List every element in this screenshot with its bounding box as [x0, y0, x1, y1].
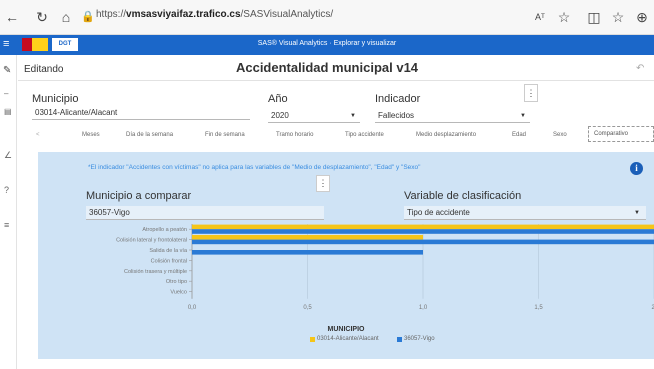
objects-pane-icon[interactable]: ∠	[4, 150, 12, 161]
x-tick-label: 1,0	[419, 305, 428, 311]
classification-select[interactable]: Tipo de accidente ▼	[404, 206, 646, 220]
x-tick-label: 1,5	[534, 305, 543, 311]
left-rail: ✎ – ▤ ∠ ? ≡	[0, 55, 17, 369]
y-category-label: Colisión trasera y múltiple	[124, 269, 187, 275]
lock-icon: 🔒	[81, 11, 95, 23]
outline-pane-icon[interactable]: ≡	[4, 220, 9, 230]
favorite-star-icon[interactable]: ☆	[556, 9, 572, 25]
indicador-label: Indicador	[375, 93, 421, 105]
classification-value: Tipo de accidente	[407, 208, 470, 217]
chevron-down-icon: ▼	[634, 210, 640, 216]
bar-alicante	[192, 224, 654, 230]
legend-swatch-alicante	[310, 337, 315, 342]
browser-toolbar: ← ↻ ⌂ 🔒 https://vmsasviyaifaz.trafico.cs…	[0, 0, 654, 35]
more-options-icon[interactable]: ⋮	[524, 84, 538, 102]
compare-label: Municipio a comparar	[86, 190, 192, 202]
legend-swatch-vigo	[397, 337, 402, 342]
tab-tipo-accidente[interactable]: Tipo accidente	[345, 132, 384, 138]
read-aloud-icon[interactable]: Aᵀ	[532, 9, 548, 25]
tab-sexo[interactable]: Sexo	[553, 132, 567, 138]
header-divider	[18, 80, 654, 81]
chevron-down-icon: ▼	[350, 113, 356, 119]
y-category-label: Salida de la vía	[149, 248, 188, 254]
anio-label: Año	[268, 93, 288, 105]
y-category-label: Colisión frontal	[151, 258, 187, 264]
municipio-label: Municipio	[32, 93, 79, 105]
split-screen-icon[interactable]: ◫	[586, 9, 602, 25]
url-path: /SASVisualAnalytics/	[240, 9, 334, 20]
y-category-label: Vuelco	[170, 290, 187, 296]
legend-label-vigo: 36057-Vigo	[404, 336, 435, 342]
reload-icon[interactable]: ↻	[34, 9, 50, 25]
chart-xlabel: MUNICIPIO	[327, 326, 365, 333]
panel-more-options-icon[interactable]: ⋮	[316, 175, 330, 192]
y-category-label: Atropello a peatón	[142, 227, 187, 233]
info-icon[interactable]: i	[630, 162, 643, 175]
municipio-input[interactable]: 03014-Alicante/Alacant	[32, 106, 250, 120]
indicator-note: *El indicador "Accidentes con víctimas" …	[88, 164, 421, 171]
bar-vigo	[192, 239, 654, 245]
bar-alicante	[192, 235, 423, 240]
y-category-label: Otro tipo	[166, 279, 187, 285]
legend-label-alicante: 03014-Alicante/Alacant	[317, 336, 379, 342]
anio-value: 2020	[271, 111, 289, 120]
anio-select[interactable]: 2020 ▼	[268, 109, 360, 123]
tab-comparativo[interactable]: Comparativo	[588, 126, 654, 142]
tab-fin-semana[interactable]: Fin de semana	[205, 132, 245, 138]
collapse-icon[interactable]: –	[4, 89, 8, 98]
collections-icon[interactable]: ⊕	[634, 9, 650, 25]
back-icon[interactable]: ←	[4, 9, 20, 25]
bar-vigo	[192, 250, 423, 255]
tab-edad[interactable]: Edad	[512, 132, 526, 138]
classification-label: Variable de clasificación	[404, 190, 522, 202]
tab-medio-desplazamiento[interactable]: Medio desplazamiento	[416, 132, 476, 138]
x-tick-label: 0,5	[303, 305, 312, 311]
home-icon[interactable]: ⌂	[58, 9, 74, 25]
x-tick-label: 0,0	[188, 305, 197, 311]
compare-input[interactable]: 36057-Vigo	[86, 206, 324, 220]
data-pane-icon[interactable]: ▤	[4, 107, 12, 116]
favorites-icon[interactable]: ☆	[610, 9, 626, 25]
app-header-title: SAS® Visual Analytics · Explorar y visua…	[257, 40, 397, 47]
comparison-panel: *El indicador "Accidentes con víctimas" …	[38, 152, 654, 359]
help-pane-icon[interactable]: ?	[4, 185, 9, 195]
tab-tramo-horario[interactable]: Tramo horario	[276, 132, 313, 138]
tabs-scroll-left-icon[interactable]: <	[36, 132, 40, 138]
undo-icon[interactable]: ↶	[636, 63, 644, 74]
report-title: Accidentalidad municipal v14	[235, 60, 419, 75]
url-host: vmsasviyaifaz.trafico.cs	[126, 9, 241, 20]
y-category-label: Colisión lateral y frontolateral	[116, 238, 187, 244]
bar-vigo	[192, 229, 654, 234]
chevron-down-icon: ▼	[520, 113, 526, 119]
url-prefix: https://	[96, 9, 127, 20]
indicador-select[interactable]: Fallecidos ▼	[375, 109, 530, 123]
sas-header-bar: ≡ DGT SAS® Visual Analytics · Explorar y…	[0, 35, 654, 55]
indicador-value: Fallecidos	[378, 111, 415, 120]
tab-meses[interactable]: Meses	[82, 132, 100, 138]
address-bar[interactable]: https://vmsasviyaifaz.trafico.cs/SASVisu…	[96, 9, 333, 20]
tab-dia-semana[interactable]: Día de la semana	[126, 132, 173, 138]
